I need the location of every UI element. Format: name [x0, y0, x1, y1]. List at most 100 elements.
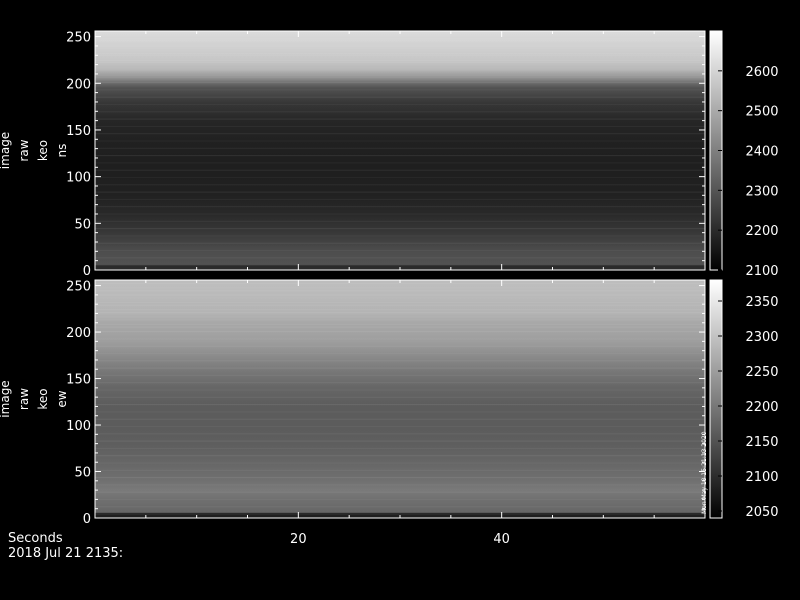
date-label: 2018 Jul 21 2135: [8, 546, 124, 561]
texture-band [95, 198, 705, 200]
texture-band [95, 374, 705, 376]
texture-band [95, 125, 705, 127]
timestamp-stamp: Mon May 18 15:21:13 2020 [701, 431, 708, 514]
texture-band [95, 89, 705, 91]
texture-band [95, 506, 705, 508]
texture-band [95, 133, 705, 135]
texture-band [95, 426, 705, 427]
texture-band [95, 382, 705, 384]
colorbar-tick-label: 2200 [745, 224, 778, 239]
texture-band [95, 297, 705, 299]
texture-band [95, 309, 705, 311]
texture-band [95, 228, 705, 230]
colorbar-tick-label: 2150 [745, 435, 778, 450]
texture-band [95, 213, 705, 215]
y-tick-label: 0 [83, 512, 91, 527]
y-axis-title-line: image [0, 132, 12, 169]
texture-band [95, 242, 705, 244]
texture-band [95, 45, 705, 47]
texture-band [95, 74, 705, 76]
x-tick-label: 20 [290, 532, 307, 547]
texture-band [95, 316, 705, 318]
texture-band [95, 326, 705, 328]
texture-band [95, 104, 705, 105]
texture-band [95, 312, 705, 314]
y-axis-title-line: raw [17, 388, 31, 410]
texture-band [95, 353, 705, 354]
texture-band [95, 462, 705, 464]
texture-band [95, 140, 705, 142]
keogram-panel-ns: 0 50 100 150 200 250 image raw keo ns 2100 2200 2300… [0, 30, 779, 279]
texture-band [95, 499, 705, 500]
texture-band [95, 484, 705, 486]
y-axis-title-line: keo [36, 140, 50, 161]
y-tick-label: 250 [66, 31, 91, 46]
keogram-image [95, 280, 705, 518]
texture-band [95, 47, 705, 49]
y-axis-title-line: image [0, 380, 12, 417]
texture-band [95, 338, 705, 340]
texture-band [95, 290, 705, 292]
texture-band [95, 455, 705, 457]
y-tick-label: 100 [66, 419, 91, 434]
texture-band [95, 257, 705, 259]
y-tick-label: 200 [66, 326, 91, 341]
x-axis-title: Seconds [8, 531, 63, 546]
keogram-panel-ew: 0 50 100 150 200 250 20 40 image raw keo ew 2050 2100… [0, 279, 779, 547]
y-tick-label: 250 [66, 280, 91, 295]
texture-band [95, 96, 705, 98]
texture-band [95, 155, 705, 157]
y-axis-title-line: ew [55, 390, 69, 407]
texture-band [95, 301, 705, 303]
texture-band [95, 191, 705, 193]
texture-band [95, 411, 705, 413]
texture-band [95, 513, 705, 515]
texture-band [95, 118, 705, 120]
texture-band [95, 447, 705, 449]
texture-band [95, 396, 705, 398]
y-tick-label: 150 [66, 124, 91, 139]
keogram-figure: 050100150200250image raw keo ns210022002300… [0, 30, 779, 547]
y-tick-label: 50 [74, 217, 91, 232]
texture-band [95, 433, 705, 435]
y-axis-title-line: keo [36, 388, 50, 409]
texture-band [95, 367, 705, 369]
texture-band [95, 162, 705, 164]
texture-band [95, 491, 705, 493]
texture-band [95, 440, 705, 442]
y-tick-label: 100 [66, 171, 91, 186]
texture-band [95, 282, 705, 284]
colorbar-tick-label: 2300 [745, 330, 778, 345]
texture-band [95, 469, 705, 471]
texture-band [95, 287, 705, 289]
texture-band [95, 177, 705, 178]
y-axis-title-line: raw [17, 139, 31, 161]
y-tick-label: 150 [66, 373, 91, 388]
texture-band [95, 220, 705, 222]
texture-band [95, 360, 705, 362]
texture-band [95, 264, 705, 266]
keogram-image [95, 31, 705, 270]
texture-band [95, 235, 705, 237]
texture-band [95, 304, 705, 306]
texture-band [95, 389, 705, 391]
texture-band [95, 477, 705, 479]
colorbar-tick-label: 2100 [745, 264, 778, 279]
colorbar-tick-label: 2400 [745, 145, 778, 160]
colorbar-tick-label: 2350 [745, 295, 778, 310]
colorbar-tick-label: 2200 [745, 400, 778, 415]
y-tick-label: 200 [66, 77, 91, 92]
colorbar-tick-label: 2100 [745, 470, 778, 485]
colorbar-tick-label: 2500 [745, 105, 778, 120]
x-tick-label: 40 [493, 532, 510, 547]
y-tick-label: 50 [74, 466, 91, 481]
texture-band [95, 147, 705, 149]
texture-band [95, 250, 705, 251]
texture-band [95, 76, 705, 78]
texture-band [95, 184, 705, 186]
texture-band [95, 294, 705, 296]
texture-band [95, 82, 705, 84]
texture-band [95, 169, 705, 171]
colorbar-tick-label: 2050 [745, 505, 778, 520]
texture-band [95, 111, 705, 113]
